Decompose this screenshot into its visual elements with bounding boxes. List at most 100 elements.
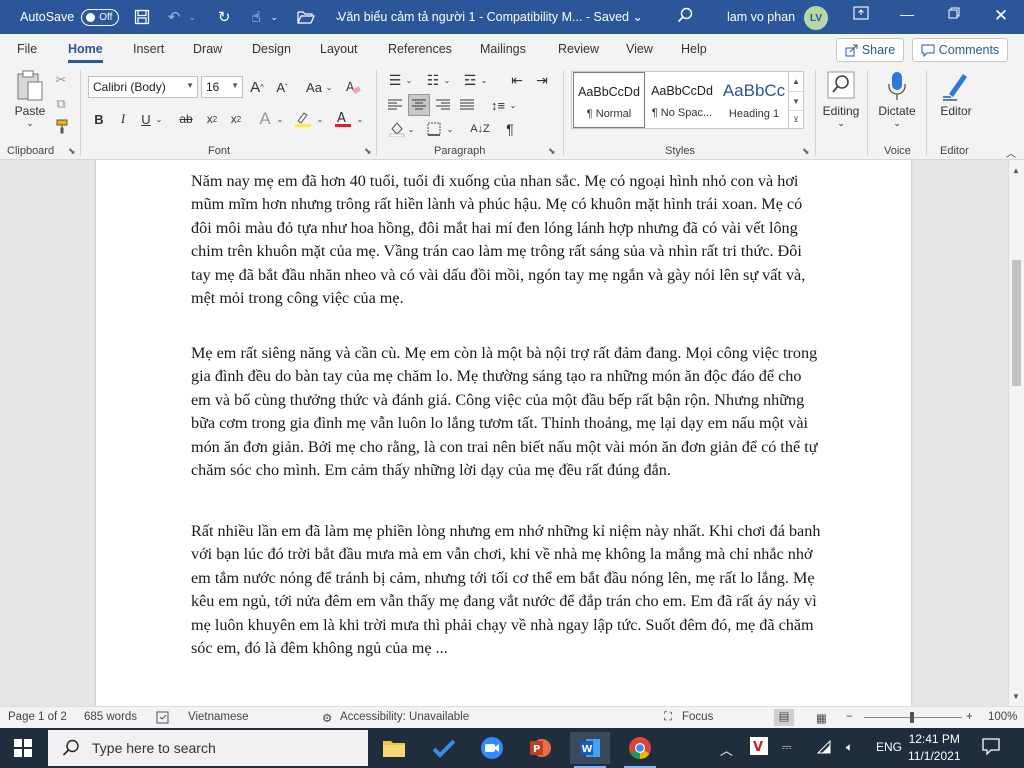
tab-references[interactable]: References — [388, 42, 452, 56]
align-right-icon[interactable] — [434, 96, 452, 114]
chevron-down-icon[interactable]: ⌄ — [508, 99, 518, 111]
file-explorer-icon[interactable] — [374, 732, 414, 764]
save-icon[interactable] — [133, 8, 151, 26]
grow-font-icon[interactable]: A ^ — [248, 78, 266, 96]
word-count[interactable]: 685 words — [84, 711, 137, 723]
windows-start-icon[interactable] — [14, 739, 32, 760]
font-color-icon[interactable]: A — [333, 109, 353, 129]
tab-design[interactable]: Design — [252, 42, 291, 56]
chevron-down-icon[interactable]: ⌄ — [479, 74, 489, 86]
tab-review[interactable]: Review — [558, 42, 599, 56]
undo-dropdown-icon[interactable]: ⌄ — [183, 8, 201, 26]
chrome-icon[interactable] — [620, 732, 660, 768]
tab-view[interactable]: View — [626, 42, 653, 56]
tray-chevron-up-icon[interactable]: ︿ — [720, 740, 733, 759]
superscript-icon[interactable]: x2 — [228, 110, 244, 128]
increase-indent-icon[interactable]: ⇥ — [533, 72, 551, 88]
word-icon[interactable]: W — [570, 732, 610, 768]
format-painter-icon[interactable] — [54, 118, 70, 134]
numbering-icon[interactable]: ☷ — [424, 72, 442, 88]
tab-mailings[interactable]: Mailings — [480, 42, 526, 56]
clear-formatting-icon[interactable]: A — [343, 78, 363, 96]
clipboard-launcher-icon[interactable]: ⬊ — [68, 146, 76, 157]
taskbar-search-input[interactable]: Type here to search — [48, 730, 368, 766]
chevron-down-icon[interactable]: ⌄ — [315, 112, 325, 126]
style-heading-1[interactable]: AaBbCc Heading 1 — [718, 72, 790, 128]
chevron-down-icon[interactable]: ⌄ — [355, 112, 365, 126]
change-case-icon[interactable]: Aa — [303, 78, 325, 96]
ribbon-display-icon[interactable] — [851, 6, 871, 23]
decrease-indent-icon[interactable]: ⇤ — [508, 72, 526, 88]
restore-icon[interactable] — [944, 6, 964, 22]
page-count[interactable]: Page 1 of 2 — [8, 711, 67, 723]
multilevel-list-icon[interactable]: ☲ — [461, 72, 479, 88]
chevron-down-icon[interactable]: ⌄ — [445, 123, 455, 135]
cut-icon[interactable]: ✂ — [54, 72, 68, 88]
font-name-combo[interactable]: Calibri (Body) ▼ — [88, 76, 198, 98]
focus-button[interactable]: Focus — [682, 711, 713, 723]
style-normal[interactable]: AaBbCcDd ¶ Normal — [573, 72, 645, 128]
tab-layout[interactable]: Layout — [320, 42, 358, 56]
zoom-slider-thumb[interactable] — [910, 712, 914, 723]
vertical-scrollbar[interactable]: ▲ ▼ — [1008, 160, 1024, 706]
paragraph-launcher-icon[interactable]: ⬊ — [548, 146, 556, 157]
strikethrough-icon[interactable]: ab — [176, 110, 196, 128]
paragraph[interactable]: Mẹ em rất siêng năng và cần cù. Mẹ em cò… — [191, 342, 821, 482]
highlight-icon[interactable] — [293, 109, 313, 129]
close-icon[interactable]: ✕ — [991, 6, 1011, 26]
zoom-out-icon[interactable]: − — [846, 711, 853, 723]
print-layout-icon[interactable]: ▤ — [774, 709, 794, 726]
powerpoint-icon[interactable]: P — [520, 732, 560, 764]
redo-icon[interactable]: ↻ — [215, 8, 233, 26]
vietkey-icon[interactable]: V — [750, 737, 768, 758]
chevron-down-icon[interactable]: ⌄ — [406, 123, 416, 135]
input-language[interactable]: ENG — [876, 740, 902, 754]
sort-icon[interactable]: A↓Z — [470, 120, 490, 138]
justify-icon[interactable] — [458, 96, 476, 114]
bullets-icon[interactable]: ☰ — [386, 72, 404, 88]
search-icon[interactable] — [677, 7, 693, 28]
tab-file[interactable]: File — [17, 42, 37, 56]
chevron-down-icon[interactable]: ⌄ — [154, 112, 164, 126]
tab-draw[interactable]: Draw — [193, 42, 222, 56]
autosave-toggle[interactable]: Off — [81, 8, 120, 26]
copy-icon[interactable]: ⧉ — [54, 96, 68, 112]
document-area[interactable]: Năm nay mẹ em đã hơn 40 tuổi, tuổi đi xu… — [0, 160, 1008, 706]
styles-launcher-icon[interactable]: ⬊ — [802, 146, 810, 157]
battery-icon[interactable]: ⎓ — [782, 740, 792, 755]
zoom-in-icon[interactable]: + — [966, 711, 973, 723]
touch-dropdown-icon[interactable]: ⌄ — [265, 8, 283, 26]
avatar[interactable]: LV — [804, 6, 828, 30]
zoom-level[interactable]: 100% — [988, 711, 1017, 723]
touch-mode-icon[interactable]: ☝ — [247, 8, 265, 26]
styles-scroll[interactable]: ▲ ▼ ⊻ — [789, 71, 804, 129]
web-layout-icon[interactable]: ▦ — [816, 711, 827, 725]
scroll-thumb[interactable] — [1012, 260, 1021, 386]
tab-home[interactable]: Home — [68, 42, 103, 63]
scroll-up-icon[interactable]: ▲ — [789, 72, 803, 91]
document-title[interactable]: Văn biểu cảm tả người 1 - Compatibility … — [338, 9, 643, 24]
text-effects-icon[interactable]: A — [256, 109, 274, 129]
todo-icon[interactable] — [424, 732, 464, 764]
tab-insert[interactable]: Insert — [133, 42, 164, 56]
scroll-down-icon[interactable]: ▼ — [789, 91, 803, 110]
paragraph[interactable]: Năm nay mẹ em đã hơn 40 tuổi, tuổi đi xu… — [191, 170, 821, 310]
editor-button[interactable]: Editor — [934, 70, 978, 118]
subscript-icon[interactable]: x2 — [204, 110, 220, 128]
tab-help[interactable]: Help — [681, 42, 707, 56]
accessibility-status[interactable]: Accessibility: Unavailable — [340, 711, 469, 723]
undo-icon[interactable]: ↶ — [165, 8, 183, 26]
align-left-icon[interactable] — [386, 96, 404, 114]
underline-icon[interactable]: U — [139, 110, 153, 128]
shrink-font-icon[interactable]: Aˇ — [273, 78, 291, 96]
zoom-app-icon[interactable] — [472, 732, 512, 764]
user-name[interactable]: lam vo phan — [727, 10, 795, 24]
chevron-down-icon[interactable]: ⌄ — [275, 112, 285, 126]
wifi-icon[interactable] — [816, 739, 832, 757]
paste-button[interactable]: Paste ⌄ — [10, 70, 50, 129]
bold-icon[interactable]: B — [92, 110, 106, 128]
style-no-spacing[interactable]: AaBbCcDd ¶ No Spac... — [646, 72, 718, 128]
align-center-icon[interactable] — [408, 94, 430, 116]
borders-icon[interactable] — [425, 120, 443, 138]
volume-icon[interactable]: 🔈︎ — [846, 740, 853, 755]
